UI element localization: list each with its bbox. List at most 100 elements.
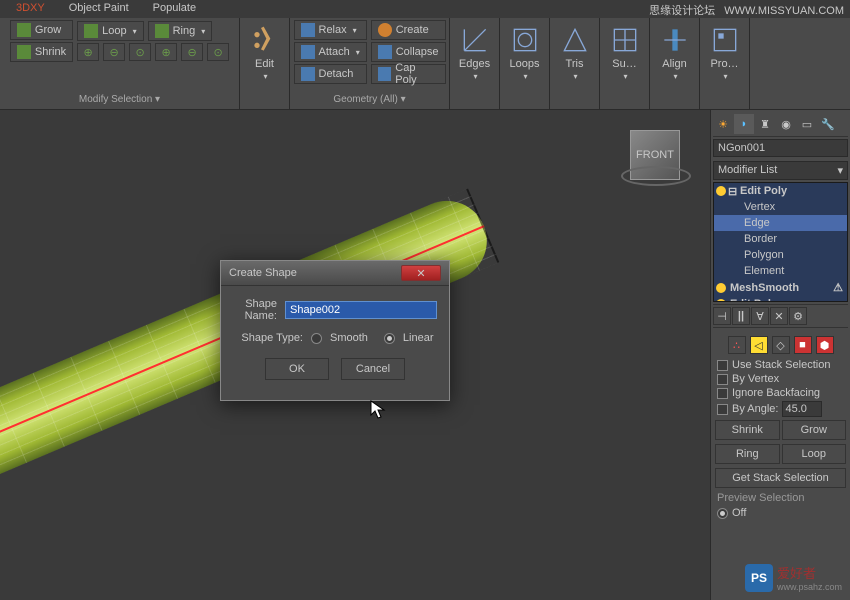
tab-populate[interactable]: Populate <box>145 0 204 18</box>
by-vertex-row[interactable]: By Vertex <box>713 372 848 386</box>
create-tab[interactable]: ☀ <box>713 114 733 134</box>
ring-dot-button[interactable]: ⊙ <box>207 43 229 61</box>
tab-selection[interactable]: 3DXY <box>8 0 53 18</box>
bulb-icon[interactable] <box>716 283 726 293</box>
collapse-icon[interactable]: ⊟ <box>728 185 737 198</box>
angle-spinner[interactable] <box>782 401 822 417</box>
align-button[interactable]: Align▾ <box>651 20 699 85</box>
modifier-list-dropdown[interactable]: Modifier List▾ <box>713 161 848 180</box>
tab-object-paint[interactable]: Object Paint <box>61 0 137 18</box>
edit-button[interactable]: Edit ▾ <box>241 20 289 85</box>
use-stack-row[interactable]: Use Stack Selection <box>713 358 848 372</box>
display-tab[interactable]: ▭ <box>797 114 817 134</box>
element-mode[interactable]: ⬢ <box>816 336 834 354</box>
off-radio[interactable] <box>717 508 728 519</box>
loop-sel-button[interactable]: Loop <box>782 444 847 464</box>
element-icon: ⬢ <box>820 339 830 352</box>
pin-stack-button[interactable]: ⊣ <box>713 307 731 325</box>
stack-element[interactable]: Element <box>714 263 847 279</box>
ignore-back-row[interactable]: Ignore Backfacing <box>713 386 848 400</box>
ring-label: Ring <box>173 25 196 37</box>
stack-meshsmooth[interactable]: MeshSmooth⚠ <box>714 279 847 296</box>
ring-minus-button[interactable]: ⊖ <box>181 43 203 61</box>
create-label: Create <box>396 24 429 36</box>
show-end-button[interactable]: || <box>732 307 750 325</box>
shrink-sel-button[interactable]: Shrink <box>715 420 780 440</box>
chevron-down-icon: ▾ <box>356 48 360 57</box>
smooth-radio[interactable] <box>311 333 322 344</box>
attach-button[interactable]: Attach▾ <box>294 42 367 62</box>
cappoly-button[interactable]: Cap Poly <box>371 64 446 84</box>
viewcube[interactable]: FRONT <box>630 130 680 180</box>
minus-icon: ⊖ <box>187 46 196 59</box>
props-button[interactable]: Pro…▾ <box>701 20 749 85</box>
chevron-down-icon: ▾ <box>353 26 357 35</box>
preview-off-row[interactable]: Off <box>713 506 848 520</box>
wrench-icon: 🔧 <box>821 118 835 131</box>
border-mode[interactable]: ◇ <box>772 336 790 354</box>
make-unique-button[interactable]: ∀ <box>751 307 769 325</box>
bulb-icon[interactable] <box>716 299 726 302</box>
close-button[interactable]: ✕ <box>401 265 441 281</box>
chevron-down-icon: ▾ <box>673 72 677 81</box>
ring-sel-button[interactable]: Ring <box>715 444 780 464</box>
stack-editpoly2[interactable]: Edit Poly <box>714 296 847 302</box>
chevron-down-icon: ▾ <box>623 72 627 81</box>
collapse-button[interactable]: Collapse <box>371 42 446 62</box>
subd-button[interactable]: Su…▾ <box>601 20 649 85</box>
hierarchy-tab[interactable]: ♜ <box>755 114 775 134</box>
dialog-titlebar[interactable]: Create Shape ✕ <box>221 261 449 286</box>
motion-tab[interactable]: ◉ <box>776 114 796 134</box>
relax-button[interactable]: Relax▾ <box>294 20 367 40</box>
stack-editpoly-label: Edit Poly <box>740 185 787 197</box>
by-angle-checkbox[interactable] <box>717 404 728 415</box>
panel-label-geometry[interactable]: Geometry (All) ▾ <box>333 92 405 105</box>
loop-icon <box>84 24 98 38</box>
object-name-field[interactable] <box>713 139 848 157</box>
panel-label-modify[interactable]: Modify Selection ▾ <box>79 92 160 105</box>
get-stack-button[interactable]: Get Stack Selection <box>715 468 846 488</box>
edges-button[interactable]: Edges▾ <box>451 20 499 85</box>
loop-dot-button[interactable]: ⊙ <box>129 43 151 61</box>
shrink-button[interactable]: Shrink <box>10 42 73 62</box>
grow-sel-button[interactable]: Grow <box>782 420 847 440</box>
utilities-tab[interactable]: 🔧 <box>818 114 838 134</box>
edge-mode[interactable]: ◁ <box>750 336 768 354</box>
stack-editpoly[interactable]: ⊟Edit Poly <box>714 183 847 199</box>
grow-button[interactable]: Grow <box>10 20 73 40</box>
stack-vertex[interactable]: Vertex <box>714 199 847 215</box>
bulb-icon[interactable] <box>716 186 726 196</box>
use-stack-checkbox[interactable] <box>717 360 728 371</box>
remove-mod-button[interactable]: ✕ <box>770 307 788 325</box>
modifier-stack[interactable]: ⊟Edit Poly Vertex Edge Border Polygon El… <box>713 182 848 302</box>
stack-polygon[interactable]: Polygon <box>714 247 847 263</box>
polygon-mode[interactable]: ■ <box>794 336 812 354</box>
dot-icon: ⊙ <box>135 46 144 59</box>
loops-button[interactable]: Loops▾ <box>501 20 549 85</box>
create-button[interactable]: Create <box>371 20 446 40</box>
loop-minus-button[interactable]: ⊖ <box>103 43 125 61</box>
viewcube-ring[interactable] <box>621 166 691 186</box>
by-angle-label: By Angle: <box>732 403 778 415</box>
vertex-mode[interactable]: ∴ <box>728 336 746 354</box>
ring-plus-button[interactable]: ⊕ <box>155 43 177 61</box>
ok-button[interactable]: OK <box>265 358 329 380</box>
tris-button[interactable]: Tris▾ <box>551 20 599 85</box>
chevron-down-icon: ▾ <box>473 72 477 81</box>
ring-button[interactable]: Ring▾ <box>148 21 213 41</box>
cancel-button[interactable]: Cancel <box>341 358 405 380</box>
loop-button[interactable]: Loop▾ <box>77 21 144 41</box>
shape-name-input[interactable] <box>285 301 437 319</box>
modify-tab[interactable]: ◗ <box>734 114 754 134</box>
configure-button[interactable]: ⚙ <box>789 307 807 325</box>
ignore-back-checkbox[interactable] <box>717 388 728 399</box>
by-vertex-checkbox[interactable] <box>717 374 728 385</box>
stack-border[interactable]: Border <box>714 231 847 247</box>
shape-name-label: Shape Name: <box>233 298 277 322</box>
detach-button[interactable]: Detach <box>294 64 367 84</box>
unique-icon: ∀ <box>756 310 764 323</box>
viewcube-label: FRONT <box>636 149 674 161</box>
loop-plus-button[interactable]: ⊕ <box>77 43 99 61</box>
stack-edge[interactable]: Edge <box>714 215 847 231</box>
linear-radio[interactable] <box>384 333 395 344</box>
